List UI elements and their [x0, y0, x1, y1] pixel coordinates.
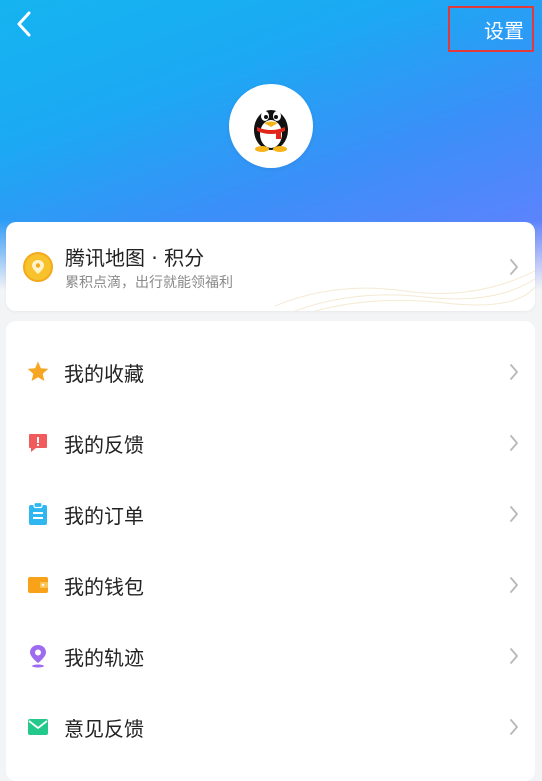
feedback-alert-icon	[26, 431, 50, 455]
menu-list: 我的收藏 我的反馈 我的订单 我的钱包 我的轨迹 意见反馈	[6, 321, 535, 781]
chevron-right-icon	[510, 719, 518, 735]
settings-label: 设置	[484, 18, 524, 43]
chevron-right-icon	[510, 648, 518, 664]
points-card[interactable]: 腾讯地图 · 积分 累积点滴，出行就能领福利	[6, 222, 535, 311]
clipboard-icon	[26, 502, 50, 526]
menu-item-my-feedback[interactable]: 我的反馈	[6, 410, 535, 476]
points-subtitle: 累积点滴，出行就能领福利	[65, 275, 233, 291]
menu-item-label: 我的订单	[64, 504, 144, 528]
back-button[interactable]	[10, 10, 38, 38]
menu-item-label: 我的收藏	[64, 362, 144, 386]
mail-icon	[26, 715, 50, 739]
menu-item-label: 我的钱包	[64, 575, 144, 599]
menu-item-suggestions[interactable]: 意见反馈	[6, 694, 535, 760]
chevron-right-icon	[510, 259, 518, 275]
menu-item-orders[interactable]: 我的订单	[6, 481, 535, 547]
location-pin-icon	[26, 644, 50, 668]
points-title: 腾讯地图 · 积分	[65, 246, 205, 270]
settings-button[interactable]: 设置	[448, 6, 534, 52]
chevron-right-icon	[510, 577, 518, 593]
qq-penguin-icon	[254, 110, 288, 152]
menu-item-wallet[interactable]: 我的钱包	[6, 552, 535, 618]
avatar[interactable]	[229, 84, 313, 168]
chevron-right-icon	[510, 435, 518, 451]
chevron-right-icon	[510, 506, 518, 522]
coin-icon	[23, 252, 53, 282]
wallet-icon	[26, 573, 50, 597]
menu-item-label: 意见反馈	[64, 717, 144, 741]
chevron-left-icon	[17, 11, 31, 37]
menu-item-track[interactable]: 我的轨迹	[6, 623, 535, 689]
menu-item-label: 我的反馈	[64, 433, 144, 457]
star-icon	[26, 360, 50, 384]
menu-item-favorites[interactable]: 我的收藏	[6, 339, 535, 405]
menu-item-label: 我的轨迹	[64, 646, 144, 670]
chevron-right-icon	[510, 364, 518, 380]
decorative-waves	[275, 270, 535, 311]
